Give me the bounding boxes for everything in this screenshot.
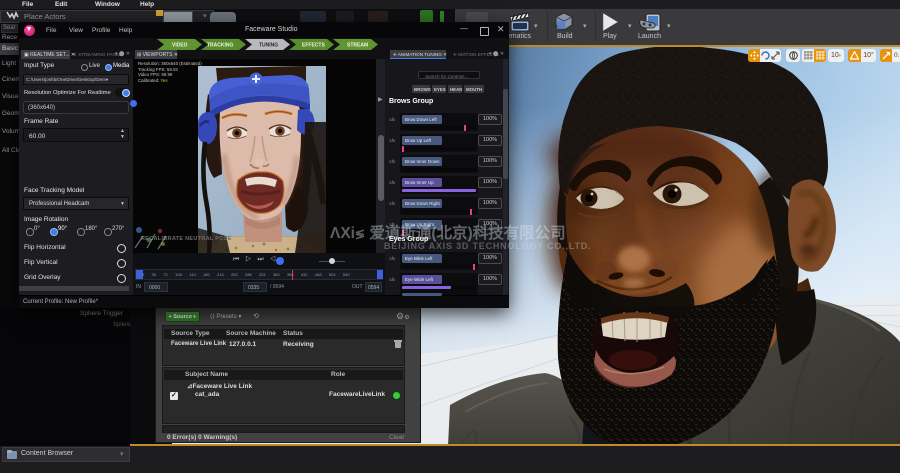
svg-text:VIDEO: VIDEO bbox=[172, 43, 188, 49]
svg-text:STREAM: STREAM bbox=[347, 43, 368, 49]
svg-text:TUNING: TUNING bbox=[259, 43, 278, 49]
svg-text:EFFECTS: EFFECTS bbox=[302, 43, 325, 49]
svg-text:TRACKING: TRACKING bbox=[207, 43, 233, 49]
